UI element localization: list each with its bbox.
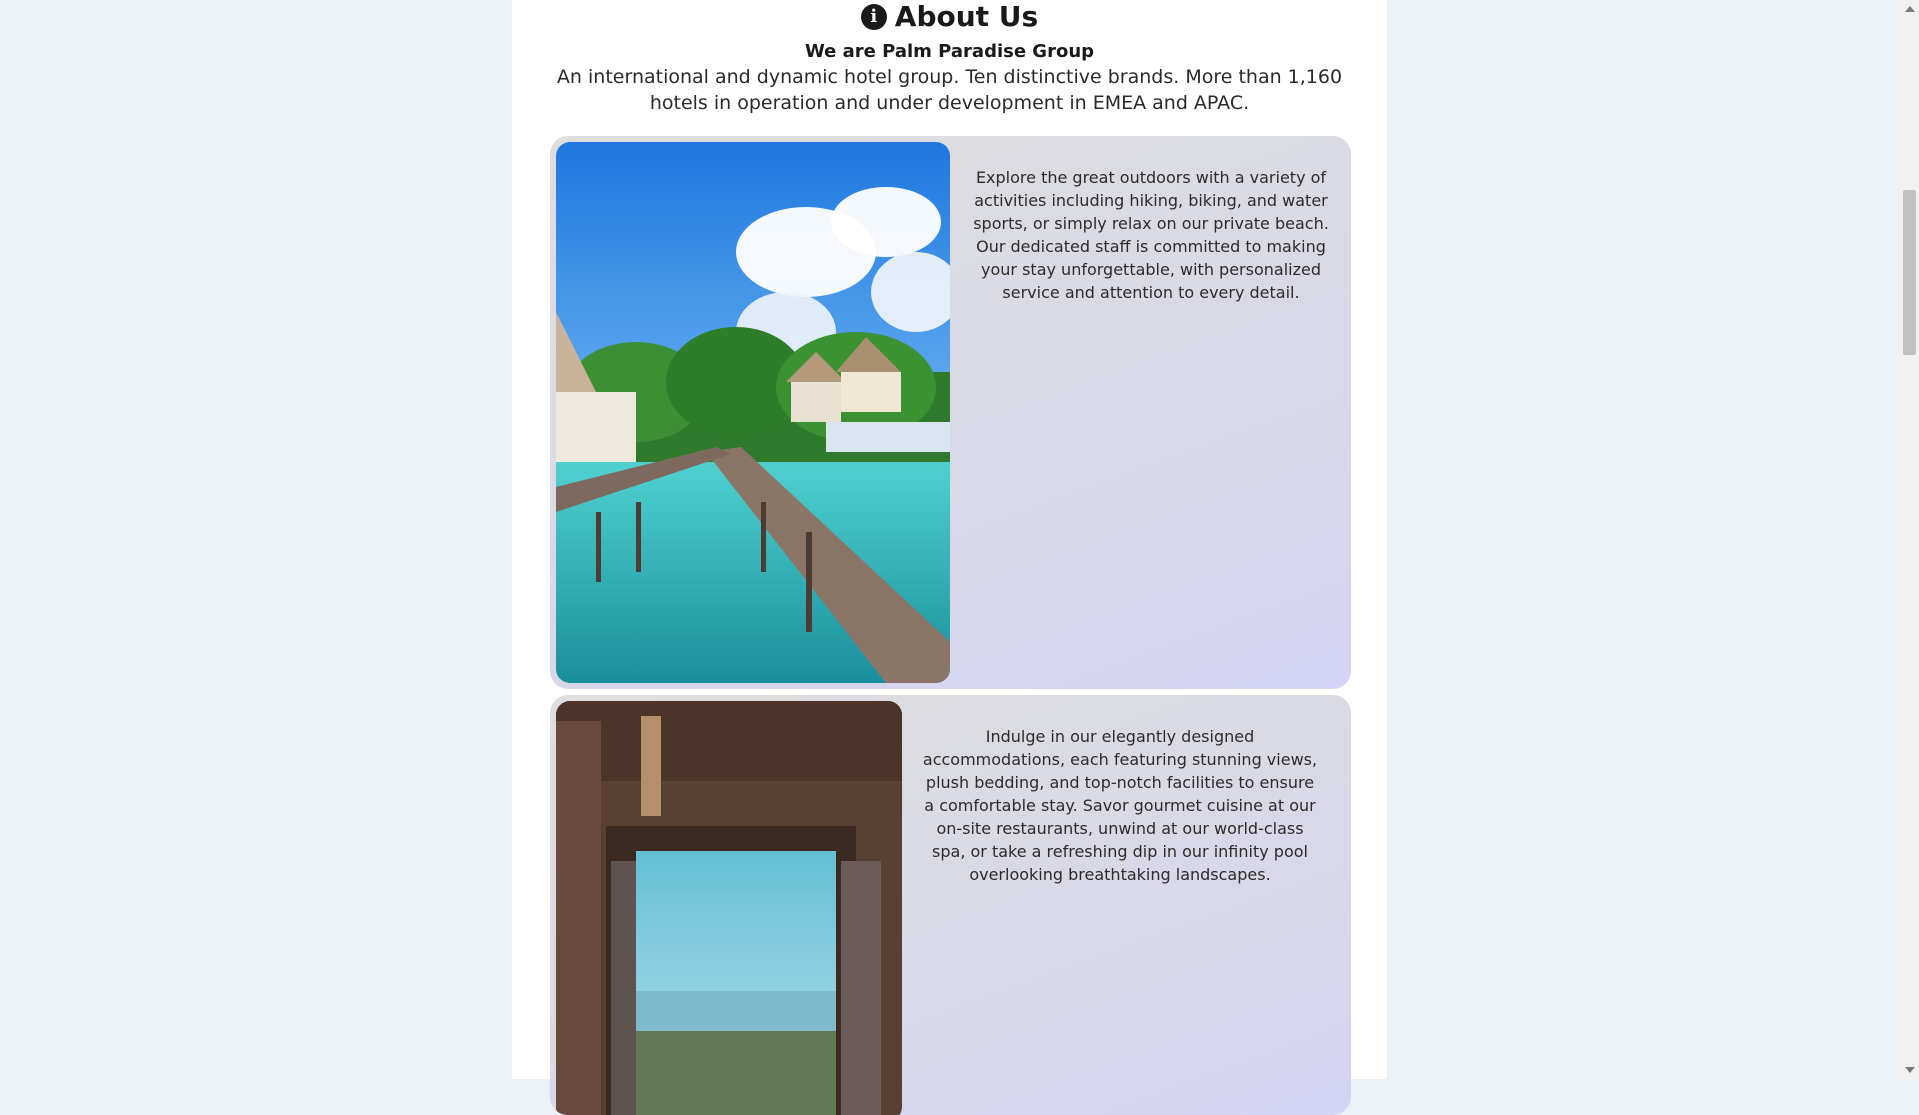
- section-title: About Us: [894, 0, 1039, 33]
- scroll-up-arrow-icon[interactable]: [1905, 6, 1915, 12]
- about-section: i About Us We are Palm Paradise Group An…: [512, 0, 1387, 1115]
- section-subtitle: We are Palm Paradise Group: [804, 41, 1095, 62]
- page-scrollbar[interactable]: [1900, 0, 1919, 1079]
- section-intro: An international and dynamic hotel group…: [556, 66, 1343, 114]
- feature-card-accommodations: Indulge in our elegantly designed accomm…: [550, 695, 1351, 1115]
- scrollbar-thumb[interactable]: [1903, 190, 1916, 355]
- card-text-outdoors: Explore the great outdoors with a variet…: [973, 168, 1329, 302]
- scroll-down-arrow-icon[interactable]: [1905, 1067, 1915, 1073]
- section-heading: i About Us: [512, 0, 1387, 34]
- overwater-villas-boardwalk-photo: [556, 142, 950, 683]
- feature-card-outdoors: Explore the great outdoors with a variet…: [550, 136, 1351, 689]
- room-ocean-view-photo: [556, 701, 902, 1115]
- info-icon: i: [860, 4, 887, 30]
- card-text-accommodations: Indulge in our elegantly designed accomm…: [922, 727, 1318, 884]
